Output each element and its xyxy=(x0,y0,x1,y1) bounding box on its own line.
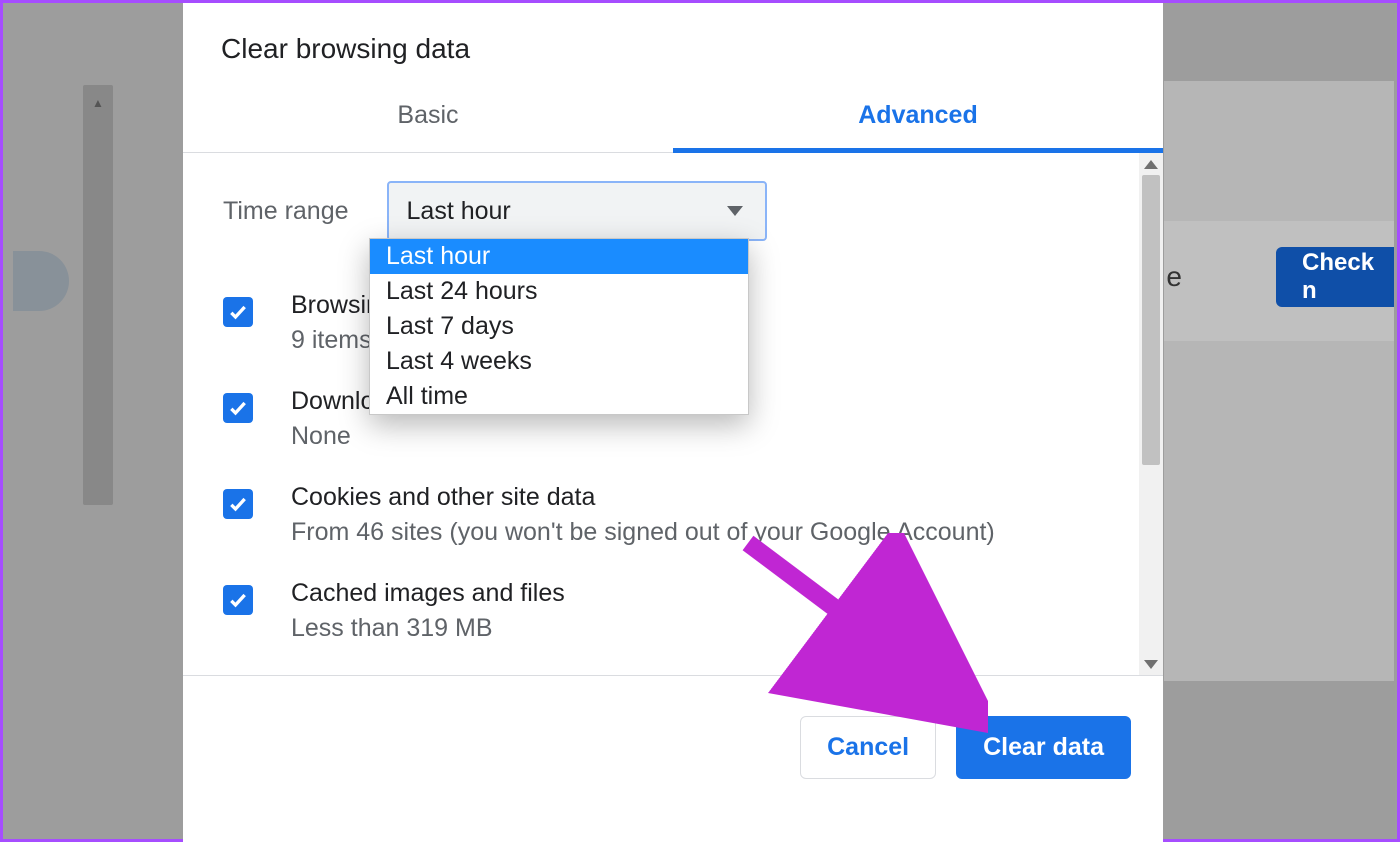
checkbox-cookies[interactable] xyxy=(223,489,253,519)
item-cookies: Cookies and other site data From 46 site… xyxy=(223,483,1129,547)
item-cached: Cached images and files Less than 319 MB xyxy=(223,579,1129,643)
item-subtitle: None xyxy=(291,422,402,451)
chevron-down-icon xyxy=(727,206,743,216)
clear-browsing-data-dialog: Clear browsing data Basic Advanced Time … xyxy=(183,3,1163,845)
item-title: Cookies and other site data xyxy=(291,483,995,512)
bg-scrollbar-track xyxy=(83,85,113,505)
tabs: Basic Advanced xyxy=(183,99,1163,153)
scroll-down-icon[interactable] xyxy=(1139,653,1163,675)
checkbox-browsing-history[interactable] xyxy=(223,297,253,327)
dialog-body: Time range Last hour Browsin 9 items Dow… xyxy=(183,153,1163,675)
bg-partial-text: e xyxy=(1166,261,1182,293)
time-range-select[interactable]: Last hour xyxy=(387,181,767,241)
checkbox-download-history[interactable] xyxy=(223,393,253,423)
bg-check-now-label: Check n xyxy=(1302,249,1394,305)
dropdown-option-all-time[interactable]: All time xyxy=(370,379,748,414)
item-subtitle: From 46 sites (you won't be signed out o… xyxy=(291,518,995,547)
clear-data-button[interactable]: Clear data xyxy=(956,716,1131,779)
item-title: Browsin xyxy=(291,291,380,320)
dropdown-option-last-4-weeks[interactable]: Last 4 weeks xyxy=(370,344,748,379)
bg-right-panel xyxy=(1164,81,1394,681)
time-range-dropdown: Last hour Last 24 hours Last 7 days Last… xyxy=(369,238,749,415)
tab-basic[interactable]: Basic xyxy=(183,99,673,152)
item-title: Cached images and files xyxy=(291,579,565,608)
cancel-button[interactable]: Cancel xyxy=(800,716,936,779)
bg-scrollbar-up-icon: ▲ xyxy=(83,95,113,111)
item-subtitle: 9 items xyxy=(291,326,380,355)
time-range-selected-value: Last hour xyxy=(407,197,511,226)
dialog-footer: Cancel Clear data xyxy=(183,675,1163,845)
checkbox-cached[interactable] xyxy=(223,585,253,615)
time-range-row: Time range Last hour xyxy=(223,181,1129,241)
bg-check-now-button: Check n xyxy=(1276,247,1394,307)
scroll-up-icon[interactable] xyxy=(1139,153,1163,175)
scroll-thumb[interactable] xyxy=(1142,175,1160,465)
inner-scrollbar xyxy=(1139,153,1163,675)
item-subtitle: Less than 319 MB xyxy=(291,614,565,643)
tab-advanced[interactable]: Advanced xyxy=(673,99,1163,152)
dialog-title: Clear browsing data xyxy=(183,3,1163,99)
dropdown-option-last-7-days[interactable]: Last 7 days xyxy=(370,309,748,344)
time-range-label: Time range xyxy=(223,197,349,226)
dropdown-option-last-24-hours[interactable]: Last 24 hours xyxy=(370,274,748,309)
dropdown-option-last-hour[interactable]: Last hour xyxy=(370,239,748,274)
